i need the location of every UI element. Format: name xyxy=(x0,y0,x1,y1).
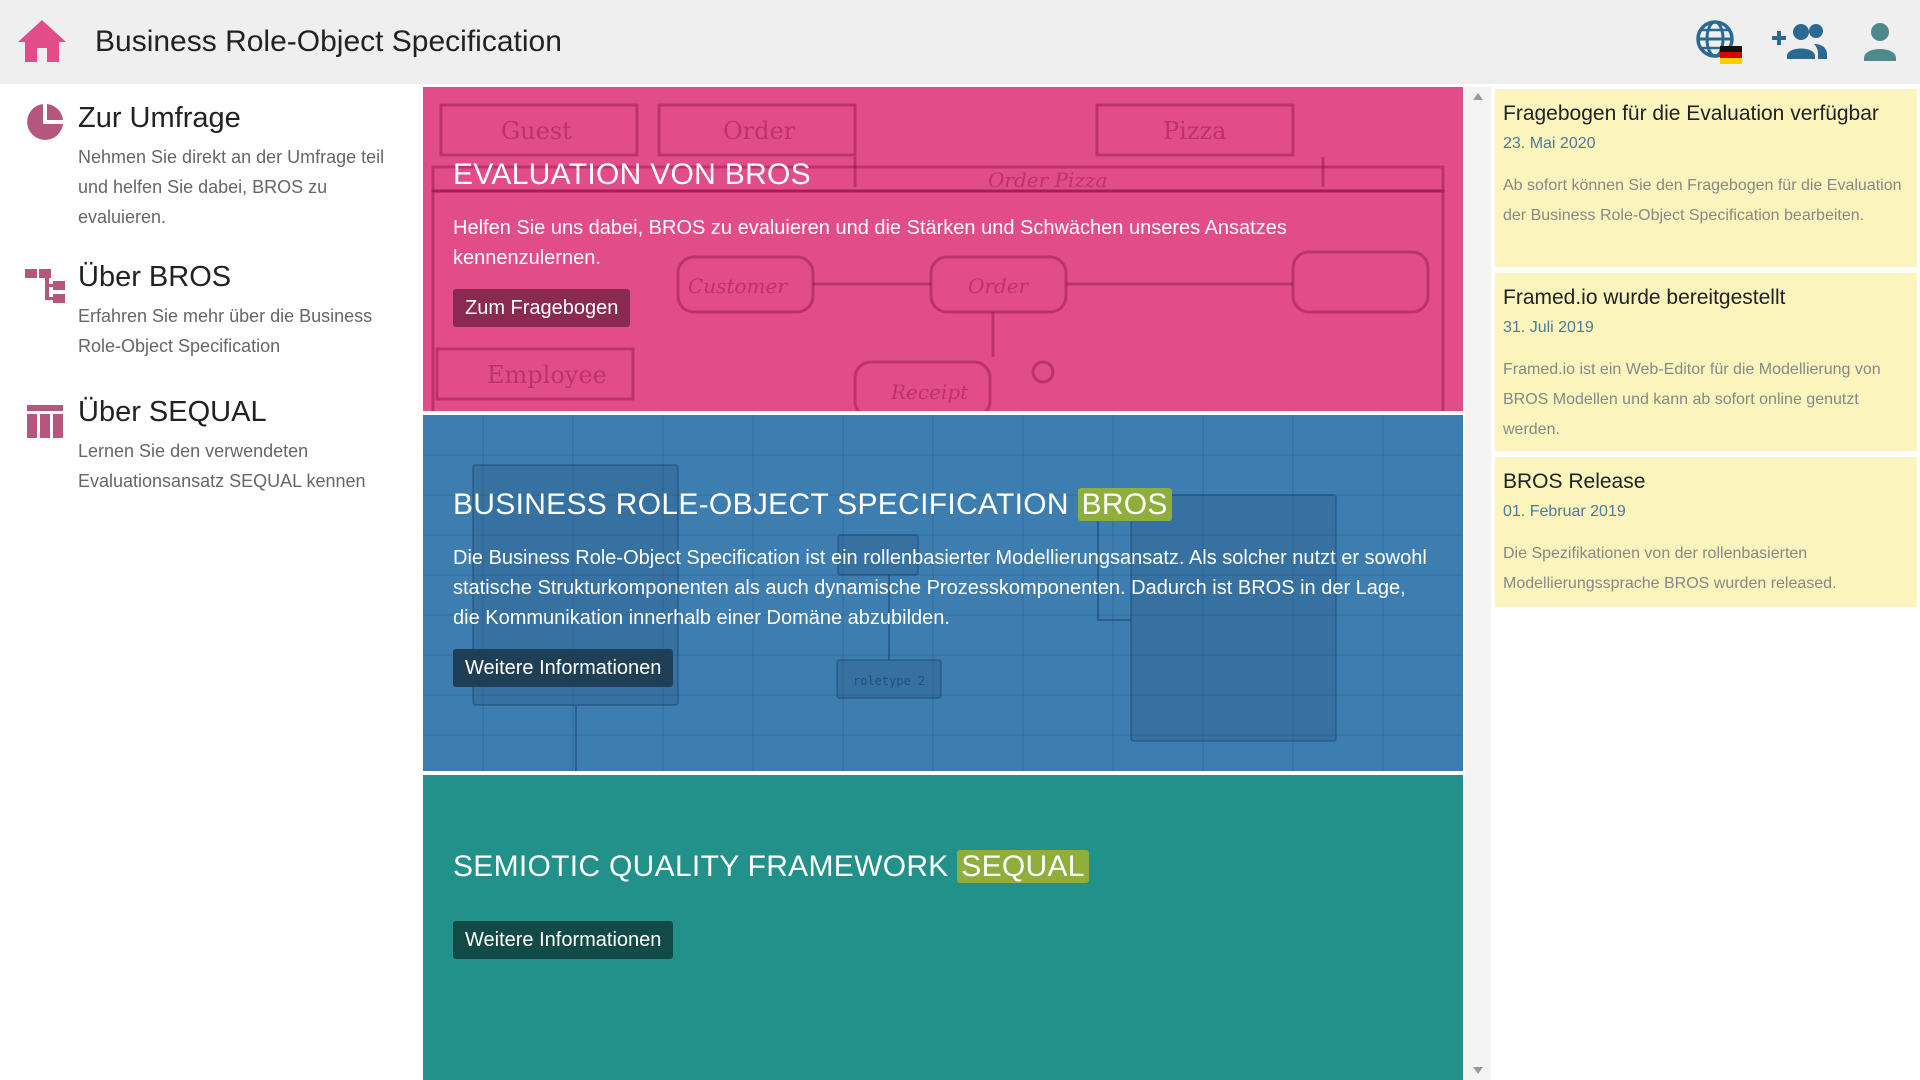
sidebar-item-title: Über SEQUAL xyxy=(78,396,267,428)
news-date: 31. Juli 2019 xyxy=(1503,319,1594,336)
add-group-icon xyxy=(1772,24,1827,59)
questionnaire-button[interactable]: Zum Fragebogen xyxy=(453,289,631,327)
news-date: 23. Mai 2020 xyxy=(1503,135,1596,152)
news-title: Fragebogen für die Evaluation verfügbar xyxy=(1503,102,1879,125)
more-info-bros-button[interactable]: Weitere Informationen xyxy=(453,649,674,687)
diagram-label: Receipt xyxy=(890,380,969,404)
panel-title: SEMIOTIC QUALITY FRAMEWORK SEQUAL xyxy=(453,847,1433,887)
panel-title-text: SEMIOTIC QUALITY FRAMEWORK xyxy=(453,850,949,883)
more-info-sequal-button[interactable]: Weitere Informationen xyxy=(453,921,674,959)
news-body: Ab sofort können Sie den Fragebogen für … xyxy=(1503,177,1902,224)
panel-content: SEMIOTIC QUALITY FRAMEWORK SEQUAL Weiter… xyxy=(453,847,1433,959)
news-body: Die Spezifikationen von der rollenbasier… xyxy=(1503,545,1837,592)
app-title: Business Role-Object Specification xyxy=(95,25,562,58)
sidebar-item-sequal[interactable]: Über SEQUAL Lernen Sie den verwendeten E… xyxy=(0,394,422,504)
sidebar-item-desc: Erfahren Sie mehr über die Business Role… xyxy=(78,306,373,356)
scroll-down-arrow-icon[interactable] xyxy=(1473,1067,1483,1074)
news-title: Framed.io wurde bereitgestellt xyxy=(1503,286,1786,309)
panel-content: BUSINESS ROLE-OBJECT SPECIFICATION BROS … xyxy=(453,485,1433,687)
flag-de-icon xyxy=(1720,46,1742,64)
diagram-label: Order xyxy=(723,117,796,145)
panel-title: EVALUATION VON BROS xyxy=(453,158,811,191)
news-card[interactable]: BROS Release 01. Februar 2019 Die Spezif… xyxy=(1495,457,1917,607)
scroll-up-arrow-icon[interactable] xyxy=(1473,93,1483,100)
news-body: Framed.io ist ein Web-Editor für die Mod… xyxy=(1503,361,1881,438)
diagram-label: Pizza xyxy=(1163,117,1226,145)
news-card[interactable]: Fragebogen für die Evaluation verfügbar … xyxy=(1495,89,1917,267)
app-header: Business Role-Object Specification xyxy=(0,0,1920,84)
sidebar-item-bros[interactable]: Über BROS Erfahren Sie mehr über die Bus… xyxy=(0,259,422,369)
hierarchy-icon xyxy=(25,269,65,303)
main-content: Guest Order Pizza Order Pizza Customer O… xyxy=(423,87,1463,1080)
diagram-label: Guest xyxy=(501,117,572,145)
evaluation-panel: Guest Order Pizza Order Pizza Customer O… xyxy=(423,87,1463,411)
panel-title: BUSINESS ROLE-OBJECT SPECIFICATION BROS xyxy=(453,485,1433,525)
sidebar: Zur Umfrage Nehmen Sie direkt an der Umf… xyxy=(0,84,422,1080)
sequal-panel: SEMIOTIC QUALITY FRAMEWORK SEQUAL Weiter… xyxy=(423,775,1463,1080)
add-group-button[interactable] xyxy=(1770,18,1828,68)
panel-text: Helfen Sie uns dabei, BROS zu evaluieren… xyxy=(453,217,1287,269)
panel-title-text: BUSINESS ROLE-OBJECT SPECIFICATION xyxy=(453,488,1069,521)
panel-title-highlight: BROS xyxy=(1077,488,1172,521)
main-scrollbar[interactable] xyxy=(1465,87,1491,1080)
user-button[interactable] xyxy=(1856,18,1906,68)
pie-chart-icon xyxy=(27,104,63,140)
user-icon xyxy=(1864,23,1896,61)
news-date: 01. Februar 2019 xyxy=(1503,503,1626,520)
news-card[interactable]: Framed.io wurde bereitgestellt 31. Juli … xyxy=(1495,273,1917,451)
bros-panel: roletype 2 BUSINESS ROLE-OBJECT SPECIFIC… xyxy=(423,415,1463,771)
sidebar-item-desc: Nehmen Sie direkt an der Umfrage teil un… xyxy=(78,147,385,227)
sidebar-item-umfrage[interactable]: Zur Umfrage Nehmen Sie direkt an der Umf… xyxy=(0,94,422,227)
news-title: BROS Release xyxy=(1503,470,1646,493)
sidebar-item-title: Zur Umfrage xyxy=(78,102,241,134)
language-button[interactable] xyxy=(1694,18,1744,68)
table-icon xyxy=(27,405,63,438)
globe-icon xyxy=(1696,20,1742,64)
sidebar-item-desc: Lernen Sie den verwendeten Evaluationsan… xyxy=(78,441,366,491)
diagram-label: Employee xyxy=(487,361,607,389)
sidebar-item-title: Über BROS xyxy=(78,261,232,293)
panel-title-highlight: SEQUAL xyxy=(957,850,1089,883)
panel-text: Die Business Role-Object Specification i… xyxy=(453,547,1427,629)
home-icon[interactable] xyxy=(16,18,68,64)
panel-content: EVALUATION VON BROS Helfen Sie uns dabei… xyxy=(453,155,1433,327)
